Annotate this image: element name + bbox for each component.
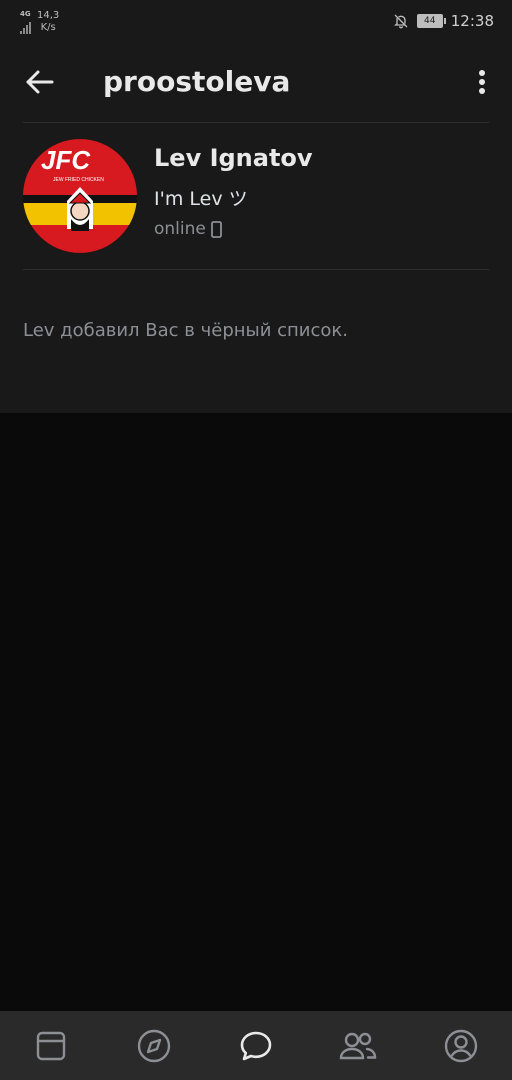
tab-friends[interactable]: [328, 1016, 388, 1076]
data-speed: 14,3 K/s: [37, 10, 59, 34]
profile-status: I'm Lev ツ: [154, 188, 248, 210]
profile-icon: [444, 1029, 477, 1062]
profile-divider: [23, 269, 489, 270]
data-speed-unit: K/s: [40, 22, 56, 33]
tab-news[interactable]: [21, 1016, 81, 1076]
avatar[interactable]: JFC JEW FRIED CHICKEN: [23, 139, 137, 253]
status-right: 44 12:38: [393, 12, 494, 30]
tab-messages[interactable]: [226, 1016, 286, 1076]
battery-icon: 44: [416, 14, 446, 28]
blacklist-notice: Lev добавил Вас в чёрный список.: [23, 320, 349, 341]
bottom-tab-bar: [0, 1011, 512, 1080]
messages-icon: [240, 1031, 272, 1060]
signal-icon: [20, 20, 31, 34]
profile-name[interactable]: Lev Ignatov: [154, 144, 313, 172]
tab-profile[interactable]: [431, 1016, 491, 1076]
status-left: 4G 14,3 K/s: [20, 10, 59, 34]
mobile-icon: [210, 220, 222, 238]
clock: 12:38: [450, 12, 494, 30]
avatar-logo-subtitle: JEW FRIED CHICKEN: [53, 177, 104, 183]
chat-panel: proostoleva JFC JEW FRIED CHICKEN Lev Ig…: [0, 44, 512, 413]
status-bar: 4G 14,3 K/s 44 12:38: [0, 0, 512, 44]
data-speed-value: 14,3: [37, 10, 60, 21]
page-title: proostoleva: [103, 65, 291, 98]
friends-icon: [340, 1032, 377, 1059]
tab-discover[interactable]: [124, 1016, 184, 1076]
chat-header: proostoleva: [0, 44, 512, 122]
avatar-logo-text: JFC: [41, 145, 91, 175]
online-indicator: online: [154, 219, 222, 239]
avatar-image: JFC JEW FRIED CHICKEN: [23, 139, 137, 253]
online-text: online: [154, 219, 206, 239]
arrow-left-icon: [26, 70, 54, 94]
back-button[interactable]: [22, 64, 58, 100]
compass-icon: [137, 1029, 170, 1062]
header-divider: [23, 122, 489, 123]
more-vertical-icon: [479, 70, 485, 94]
news-feed-icon: [36, 1031, 66, 1060]
more-menu-button[interactable]: [470, 64, 494, 100]
bell-off-icon: [393, 14, 408, 29]
network-type: 4G: [20, 10, 31, 18]
